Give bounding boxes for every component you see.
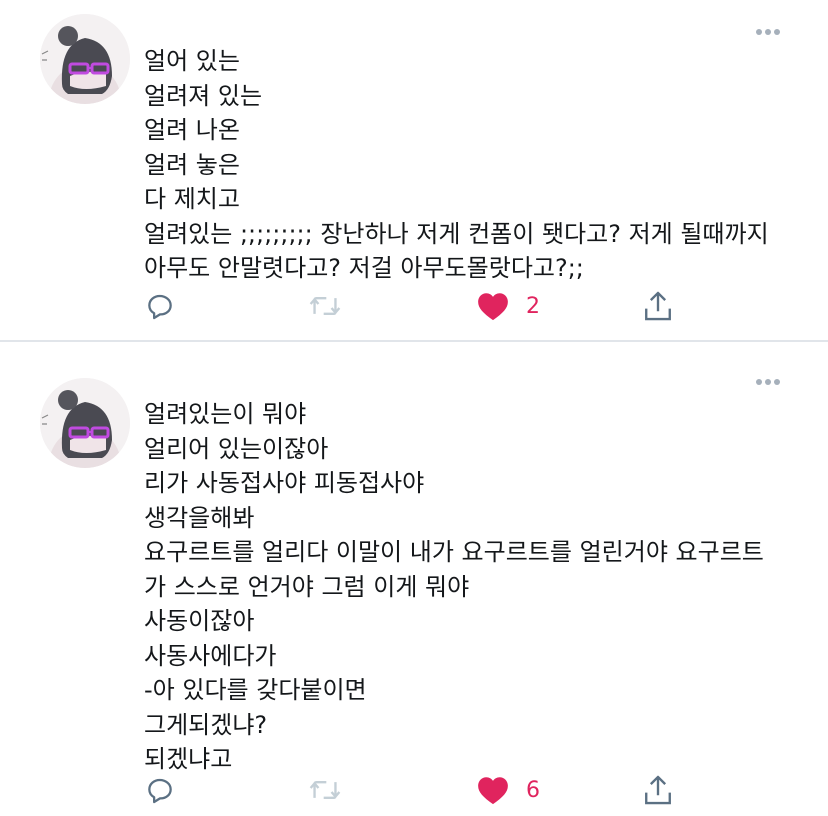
like-button[interactable]: 6 xyxy=(476,770,540,810)
more-options-icon[interactable] xyxy=(756,20,784,35)
reply-icon xyxy=(148,294,172,320)
share-icon xyxy=(645,291,671,321)
tweet-line: 얼려있는이 뭐야 xyxy=(144,400,307,428)
tweet-line: 얼려져 있는 xyxy=(144,81,263,110)
avatar[interactable] xyxy=(40,378,130,468)
tweet-line: 그게되겠냐? xyxy=(144,710,268,739)
tweet-line: 생각을해봐 xyxy=(144,503,255,532)
tweet-line: 아무도 안말렷다고? 저걸 아무도몰랏다고?;; xyxy=(144,254,584,282)
tweet-actions: 2 xyxy=(144,286,684,326)
tweet-line: 사동이잖아 xyxy=(144,607,255,635)
avatar-image xyxy=(40,14,130,104)
tweet-line: -아 있다를 갖다붙이면 xyxy=(144,676,367,704)
retweet-button[interactable] xyxy=(308,286,342,326)
tweet-line: 다 제치고 xyxy=(144,185,240,213)
tweet-line: 요구르트를 얼리다 이말이 내가 요구르트를 얼린거야 요구르트 xyxy=(144,538,764,566)
heart-icon xyxy=(478,293,508,321)
more-options-icon[interactable] xyxy=(756,370,784,385)
tweet-line: 리가 사동접사야 피동접사야 xyxy=(144,469,425,497)
share-button[interactable] xyxy=(642,286,674,326)
tweet[interactable]: 얼려있는이 뭐야 얼리어 있는이잖아 리가 사동접사야 피동접사야 생각을해봐 … xyxy=(0,342,828,816)
tweet-line: 얼려 나온 xyxy=(144,116,240,144)
avatar-image xyxy=(40,378,130,468)
share-button[interactable] xyxy=(642,770,674,810)
like-count: 2 xyxy=(526,293,540,319)
retweet-icon xyxy=(309,296,341,316)
tweet-text: 얼어 있는 얼려져 있는 얼려 나온 얼려 놓은 다 제치고 얼려있는 ;;;;… xyxy=(144,44,788,286)
reply-button[interactable] xyxy=(144,770,176,810)
tweet-actions: 6 xyxy=(144,770,684,810)
retweet-button[interactable] xyxy=(308,770,342,810)
avatar[interactable] xyxy=(40,14,130,104)
tweet-line: 얼어 있는 xyxy=(144,47,240,75)
share-icon xyxy=(645,775,671,805)
tweet[interactable]: 얼어 있는 얼려져 있는 얼려 나온 얼려 놓은 다 제치고 얼려있는 ;;;;… xyxy=(0,0,828,340)
tweet-text: 얼려있는이 뭐야 얼리어 있는이잖아 리가 사동접사야 피동접사야 생각을해봐 … xyxy=(144,397,788,777)
tweet-line: 얼려있는 ;;;;;;;;; 장난하나 저게 컨폼이 됏다고? 저게 될때까지 xyxy=(144,219,769,248)
tweet-line: 사동사에다가 xyxy=(144,641,277,670)
heart-icon xyxy=(478,777,508,805)
reply-button[interactable] xyxy=(144,286,176,326)
like-count: 6 xyxy=(526,777,540,803)
like-button[interactable]: 2 xyxy=(476,286,540,326)
tweet-line: 얼리어 있는이잖아 xyxy=(144,434,329,463)
retweet-icon xyxy=(309,780,341,800)
reply-icon xyxy=(148,778,172,804)
tweet-line: 가 스스로 언거야 그럼 이게 뭐야 xyxy=(144,572,470,601)
tweet-line: 얼려 놓은 xyxy=(144,150,240,179)
